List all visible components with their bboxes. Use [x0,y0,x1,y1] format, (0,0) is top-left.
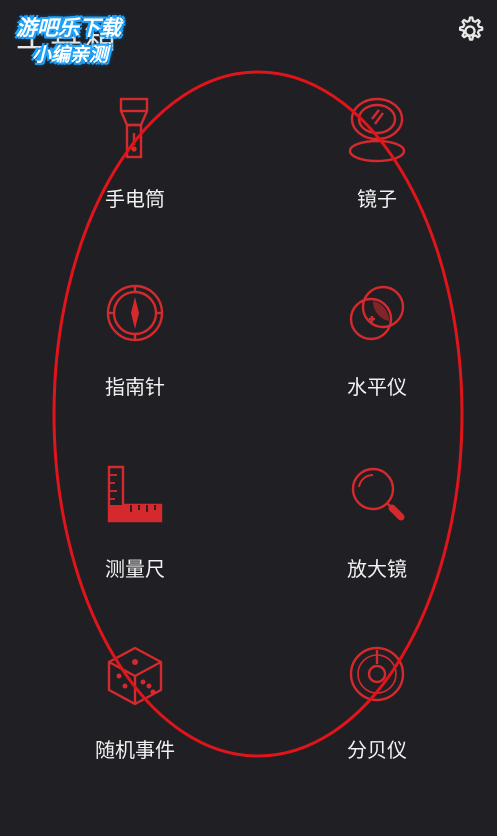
flashlight-icon [119,97,149,159]
tool-label-level: 水平仪 [347,375,407,399]
dice-icon [107,646,163,706]
level-icon [349,285,405,341]
tool-label-decibel: 分贝仪 [347,738,407,762]
tool-level[interactable]: 水平仪 [302,283,452,433]
tool-flashlight[interactable]: 手电筒 [60,95,210,245]
magnifier-icon [351,467,405,521]
watermark-line1: 游吧乐下载 [16,16,121,40]
tool-label-ruler: 测量尺 [105,557,165,581]
ruler-icon [107,465,163,523]
tool-mirror[interactable]: 镜子 [302,95,452,245]
tool-label-mirror: 镜子 [357,187,397,211]
decibel-icon [349,646,405,702]
watermark-line2: 小编亲测 [32,44,109,66]
watermark-logo: 游吧乐下载 小编亲测 [10,8,150,66]
tool-ruler[interactable]: 测量尺 [60,465,210,615]
tool-label-compass: 指南针 [105,375,165,399]
tool-label-random-event: 随机事件 [95,738,175,762]
gear-icon [458,16,484,41]
mirror-icon [348,97,406,163]
tool-decibel[interactable]: 分贝仪 [302,646,452,796]
tool-compass[interactable]: 指南针 [60,283,210,433]
tool-magnifier[interactable]: 放大镜 [302,465,452,615]
tool-label-magnifier: 放大镜 [347,557,407,581]
tool-label-flashlight: 手电筒 [105,187,165,211]
compass-icon [106,284,164,342]
settings-button[interactable] [453,14,487,48]
tool-random-event[interactable]: 随机事件 [60,646,210,796]
